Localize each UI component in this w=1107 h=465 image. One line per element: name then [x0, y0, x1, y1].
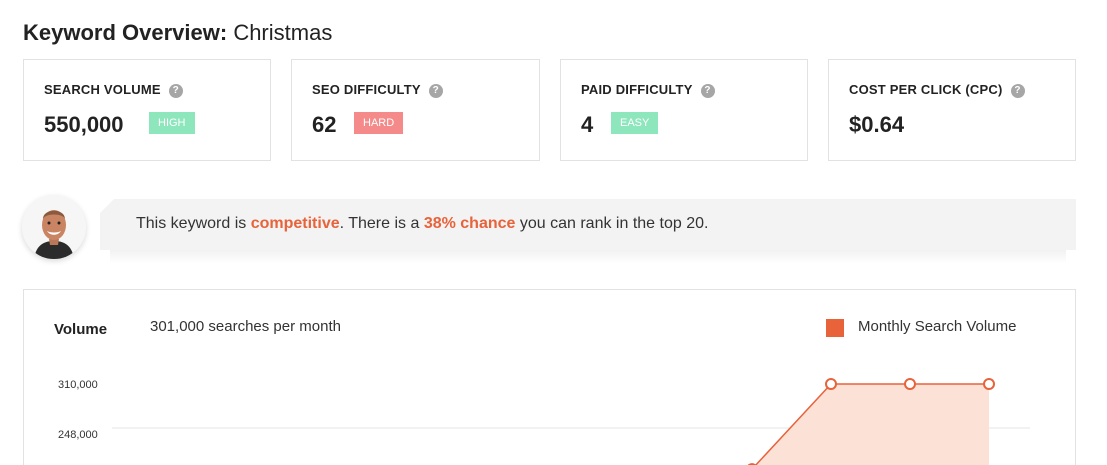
help-icon[interactable]: ?: [700, 84, 715, 98]
help-icon[interactable]: ?: [168, 84, 183, 98]
seo-difficulty-label: SEO DIFFICULTY: [312, 82, 421, 97]
chart-title: Volume: [54, 321, 108, 338]
paid-difficulty-badge: EASY: [611, 112, 659, 134]
search-volume-badge: HIGH: [149, 112, 195, 134]
paid-difficulty-card: PAID DIFFICULTY? 4 EASY: [560, 59, 808, 161]
cpc-card: COST PER CLICK (CPC)? $0.64: [828, 59, 1076, 161]
advice-suffix: you can rank in the top 20.: [515, 215, 709, 232]
help-icon[interactable]: ?: [428, 84, 443, 98]
advice-notch: [100, 199, 114, 213]
chart-subtitle: 301,000 searches per month: [150, 318, 341, 335]
cpc-value: $0.64: [849, 112, 905, 137]
page-title: Keyword Overview: Christmas: [23, 20, 332, 46]
cpc-label: COST PER CLICK (CPC): [849, 82, 1003, 97]
advice-highlight-chance: 38% chance: [423, 215, 516, 232]
advice-shadow: [110, 250, 1066, 264]
paid-difficulty-value: 4: [581, 112, 594, 137]
seo-difficulty-card: SEO DIFFICULTY? 62 HARD: [291, 59, 540, 161]
search-volume-card: SEARCH VOLUME? 550,000 HIGH: [23, 59, 271, 161]
avatar-portrait-icon: [22, 195, 86, 259]
legend-label[interactable]: Monthly Search Volume: [858, 318, 1016, 335]
keyword-name: Christmas: [233, 20, 333, 45]
help-icon[interactable]: ?: [1010, 84, 1025, 98]
search-volume-value: 550,000: [44, 112, 124, 137]
legend-swatch[interactable]: [826, 319, 844, 337]
seo-difficulty-value: 62: [312, 112, 337, 137]
volume-chart-panel: [23, 289, 1076, 465]
y-tick-label: 248,000: [58, 429, 98, 441]
avatar: [22, 195, 86, 259]
search-volume-label: SEARCH VOLUME: [44, 82, 161, 97]
advice-middle: . There is a: [339, 215, 424, 232]
page-title-prefix: Keyword Overview:: [23, 20, 228, 45]
seo-difficulty-badge: HARD: [354, 112, 404, 134]
advice-highlight-competitive: competitive: [250, 215, 340, 232]
paid-difficulty-label: PAID DIFFICULTY: [581, 82, 693, 97]
advice-text: This keyword is competitive. There is a …: [136, 215, 708, 233]
y-tick-label: 310,000: [58, 379, 98, 391]
advice-prefix: This keyword is: [136, 215, 251, 232]
